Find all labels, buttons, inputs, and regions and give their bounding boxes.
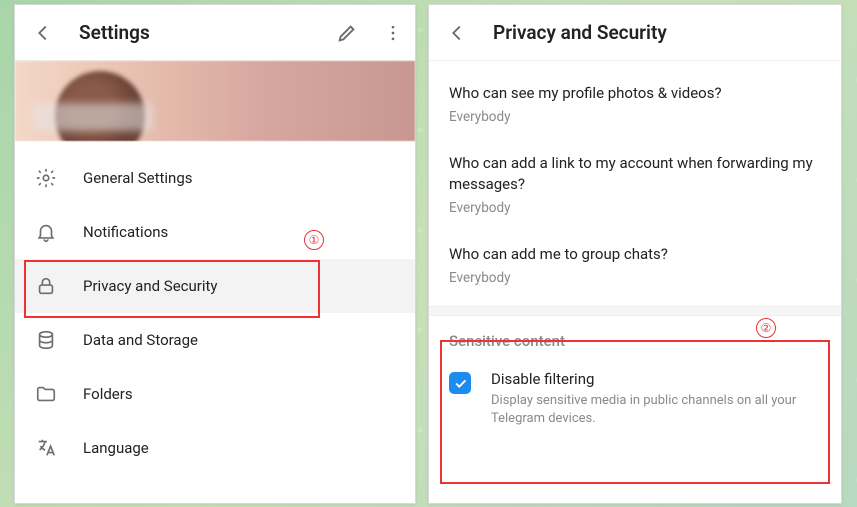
- privacy-item-title: Who can add a link to my account when fo…: [449, 153, 821, 194]
- privacy-item-forwarding-link[interactable]: Who can add a link to my account when fo…: [429, 139, 841, 230]
- menu-label: Language: [83, 439, 149, 457]
- sensitive-content-header: Sensitive content: [429, 316, 841, 356]
- folder-icon: [35, 383, 57, 405]
- menu-item-notifications[interactable]: Notifications: [15, 205, 415, 259]
- menu-label: Folders: [83, 385, 133, 403]
- checkbox-title: Disable filtering: [491, 370, 821, 388]
- settings-header: Settings: [15, 5, 415, 61]
- menu-label: General Settings: [83, 169, 193, 187]
- privacy-title: Privacy and Security: [493, 21, 829, 44]
- privacy-header: Privacy and Security: [429, 5, 841, 61]
- menu-item-general-settings[interactable]: General Settings: [15, 151, 415, 205]
- menu-item-folders[interactable]: Folders: [15, 367, 415, 421]
- back-icon[interactable]: [441, 17, 473, 49]
- privacy-item-value: Everybody: [449, 109, 821, 125]
- checkbox-description: Display sensitive media in public channe…: [491, 392, 821, 427]
- menu-item-data-storage[interactable]: Data and Storage: [15, 313, 415, 367]
- gear-icon: [35, 167, 57, 189]
- menu-label: Data and Storage: [83, 331, 198, 349]
- menu-item-privacy-security[interactable]: Privacy and Security: [15, 259, 415, 313]
- privacy-settings-list: Who can see my profile photos & videos? …: [429, 61, 841, 300]
- language-icon: [35, 437, 57, 459]
- database-icon: [35, 329, 57, 351]
- lock-icon: [35, 275, 57, 297]
- privacy-security-panel: Privacy and Security Who can see my prof…: [428, 4, 842, 504]
- settings-title: Settings: [79, 21, 311, 44]
- disable-filtering-text: Disable filtering Display sensitive medi…: [491, 370, 821, 427]
- menu-label: Privacy and Security: [83, 277, 218, 295]
- menu-item-language[interactable]: Language: [15, 421, 415, 475]
- privacy-item-value: Everybody: [449, 200, 821, 216]
- bell-icon: [35, 221, 57, 243]
- privacy-item-profile-photos[interactable]: Who can see my profile photos & videos? …: [429, 69, 841, 139]
- privacy-item-value: Everybody: [449, 270, 821, 286]
- menu-label: Notifications: [83, 223, 168, 241]
- more-icon[interactable]: [383, 17, 403, 49]
- section-divider: [429, 306, 841, 316]
- privacy-item-group-chats[interactable]: Who can add me to group chats? Everybody: [429, 230, 841, 300]
- privacy-item-title: Who can see my profile photos & videos?: [449, 83, 821, 103]
- settings-menu: General Settings Notifications Privacy a…: [15, 141, 415, 475]
- edit-icon[interactable]: [331, 17, 363, 49]
- back-icon[interactable]: [27, 17, 59, 49]
- privacy-item-title: Who can add me to group chats?: [449, 244, 821, 264]
- disable-filtering-row[interactable]: Disable filtering Display sensitive medi…: [429, 356, 841, 441]
- profile-banner[interactable]: [15, 61, 415, 141]
- settings-panel: Settings General Settings Notifications: [14, 4, 416, 504]
- profile-name-blurred: [33, 103, 153, 131]
- checkbox-checked-icon[interactable]: [449, 372, 471, 394]
